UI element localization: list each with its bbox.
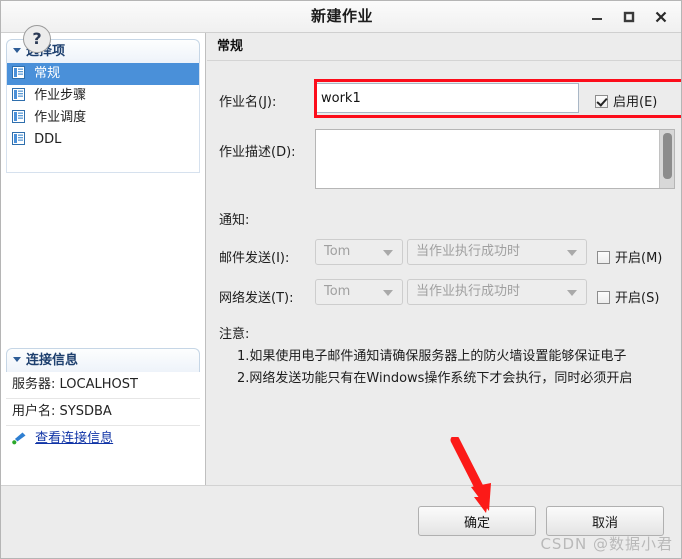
view-connection-info-link[interactable]: 查看连接信息 — [35, 431, 113, 446]
chevron-down-icon — [567, 290, 577, 296]
ok-button[interactable]: 确定 — [418, 506, 536, 536]
sidebar-item-label: 常规 — [34, 66, 61, 81]
server-row: 服务器: LOCALHOST — [6, 372, 200, 399]
help-button[interactable]: ? — [23, 25, 51, 53]
username-value: SYSDBA — [59, 404, 112, 419]
page-title: 常规 — [207, 33, 681, 61]
sidebar-item-ddl[interactable]: DDL — [7, 129, 199, 151]
net-enable-checkbox[interactable]: 开启(S) — [597, 287, 659, 306]
mail-send-label: 邮件发送(I): — [219, 251, 290, 266]
chevron-down-icon — [13, 357, 21, 362]
net-recipient-value: Tom — [324, 284, 351, 299]
net-send-label: 网络发送(T): — [219, 291, 294, 306]
sidebar-item-label: 作业调度 — [34, 110, 87, 125]
close-button[interactable] — [649, 6, 673, 28]
minimize-icon — [592, 18, 602, 20]
checkbox-box — [595, 95, 608, 108]
title-bar: 新建作业 — [1, 1, 681, 33]
view-connection-info-row: 查看连接信息 — [6, 426, 200, 452]
note-title: 注意: — [219, 327, 250, 342]
cancel-button[interactable]: 取消 — [546, 506, 664, 536]
sidebar-item-job-schedule[interactable]: 作业调度 — [7, 107, 199, 129]
checkbox-box — [597, 251, 610, 264]
username-label: 用户名: — [12, 404, 56, 419]
mail-enable-label: 开启(M) — [615, 251, 663, 266]
job-name-input[interactable] — [315, 83, 579, 113]
sidebar-item-label: 作业步骤 — [34, 88, 87, 103]
minimize-button[interactable] — [585, 6, 609, 28]
chevron-down-icon — [383, 290, 393, 296]
sidebar-item-general[interactable]: 常规 — [7, 63, 199, 85]
chevron-down-icon — [567, 250, 577, 256]
notify-section-label: 通知: — [219, 213, 250, 228]
job-name-label: 作业名(J): — [219, 95, 277, 110]
page-icon — [12, 87, 25, 101]
net-condition-value: 当作业执行成功时 — [416, 284, 521, 299]
page-icon — [12, 109, 25, 123]
connection-panel-header[interactable]: 连接信息 — [6, 348, 200, 372]
enable-job-label: 启用(E) — [613, 95, 658, 110]
content-area: 常规 作业名(J): 启用(E) 作业描述(D): 通知: 邮件发送(I): T… — [207, 33, 681, 485]
chevron-down-icon — [13, 48, 21, 53]
watermark: CSDN @数据小君 — [540, 535, 673, 553]
maximize-icon — [623, 11, 635, 23]
window-title: 新建作业 — [310, 7, 373, 25]
connection-info-list: 服务器: LOCALHOST 用户名: SYSDBA 查看连接信息 — [6, 372, 200, 482]
options-list: 常规 作业步骤 作业调度 DDL — [6, 63, 200, 173]
page-icon — [12, 65, 25, 79]
mail-enable-checkbox[interactable]: 开启(M) — [597, 247, 662, 266]
job-description-label: 作业描述(D): — [219, 145, 296, 160]
new-job-dialog: 新建作业 选择项 常规 作业步骤 作业调度 DDL 连接信息 服务器: LOCA… — [0, 0, 682, 559]
checkbox-box — [597, 291, 610, 304]
maximize-button[interactable] — [617, 6, 641, 28]
general-form: 作业名(J): 启用(E) 作业描述(D): 通知: 邮件发送(I): Tom … — [207, 61, 681, 485]
mail-recipient-dropdown[interactable]: Tom — [315, 239, 403, 265]
note-line-1: 1.如果使用电子邮件通知请确保服务器上的防火墙设置能够保证电子 — [237, 349, 627, 364]
job-description-textarea[interactable] — [315, 129, 675, 189]
textarea-scrollbar[interactable] — [659, 130, 674, 188]
connection-icon — [12, 429, 27, 445]
sidebar-item-label: DDL — [34, 132, 62, 147]
mail-condition-dropdown[interactable]: 当作业执行成功时 — [407, 239, 587, 265]
username-row: 用户名: SYSDBA — [6, 399, 200, 426]
connection-info-panel: 连接信息 服务器: LOCALHOST 用户名: SYSDBA 查看连接信息 — [6, 348, 200, 482]
server-label: 服务器: — [12, 377, 56, 392]
page-icon — [12, 131, 25, 145]
sidebar: 选择项 常规 作业步骤 作业调度 DDL 连接信息 服务器: LOCALHOST… — [1, 33, 206, 485]
server-value: LOCALHOST — [59, 377, 138, 392]
mail-recipient-value: Tom — [324, 244, 351, 259]
chevron-down-icon — [383, 250, 393, 256]
net-recipient-dropdown[interactable]: Tom — [315, 279, 403, 305]
note-line-2: 2.网络发送功能只有在Windows操作系统下才会执行，同时必须开启 — [237, 371, 633, 386]
scrollbar-thumb[interactable] — [663, 133, 672, 179]
mail-condition-value: 当作业执行成功时 — [416, 244, 521, 259]
connection-panel-title: 连接信息 — [26, 353, 79, 368]
close-icon — [655, 11, 667, 23]
options-panel: 选择项 常规 作业步骤 作业调度 DDL — [6, 39, 200, 173]
enable-job-checkbox[interactable]: 启用(E) — [595, 91, 657, 110]
net-condition-dropdown[interactable]: 当作业执行成功时 — [407, 279, 587, 305]
net-enable-label: 开启(S) — [615, 291, 660, 306]
sidebar-item-job-steps[interactable]: 作业步骤 — [7, 85, 199, 107]
